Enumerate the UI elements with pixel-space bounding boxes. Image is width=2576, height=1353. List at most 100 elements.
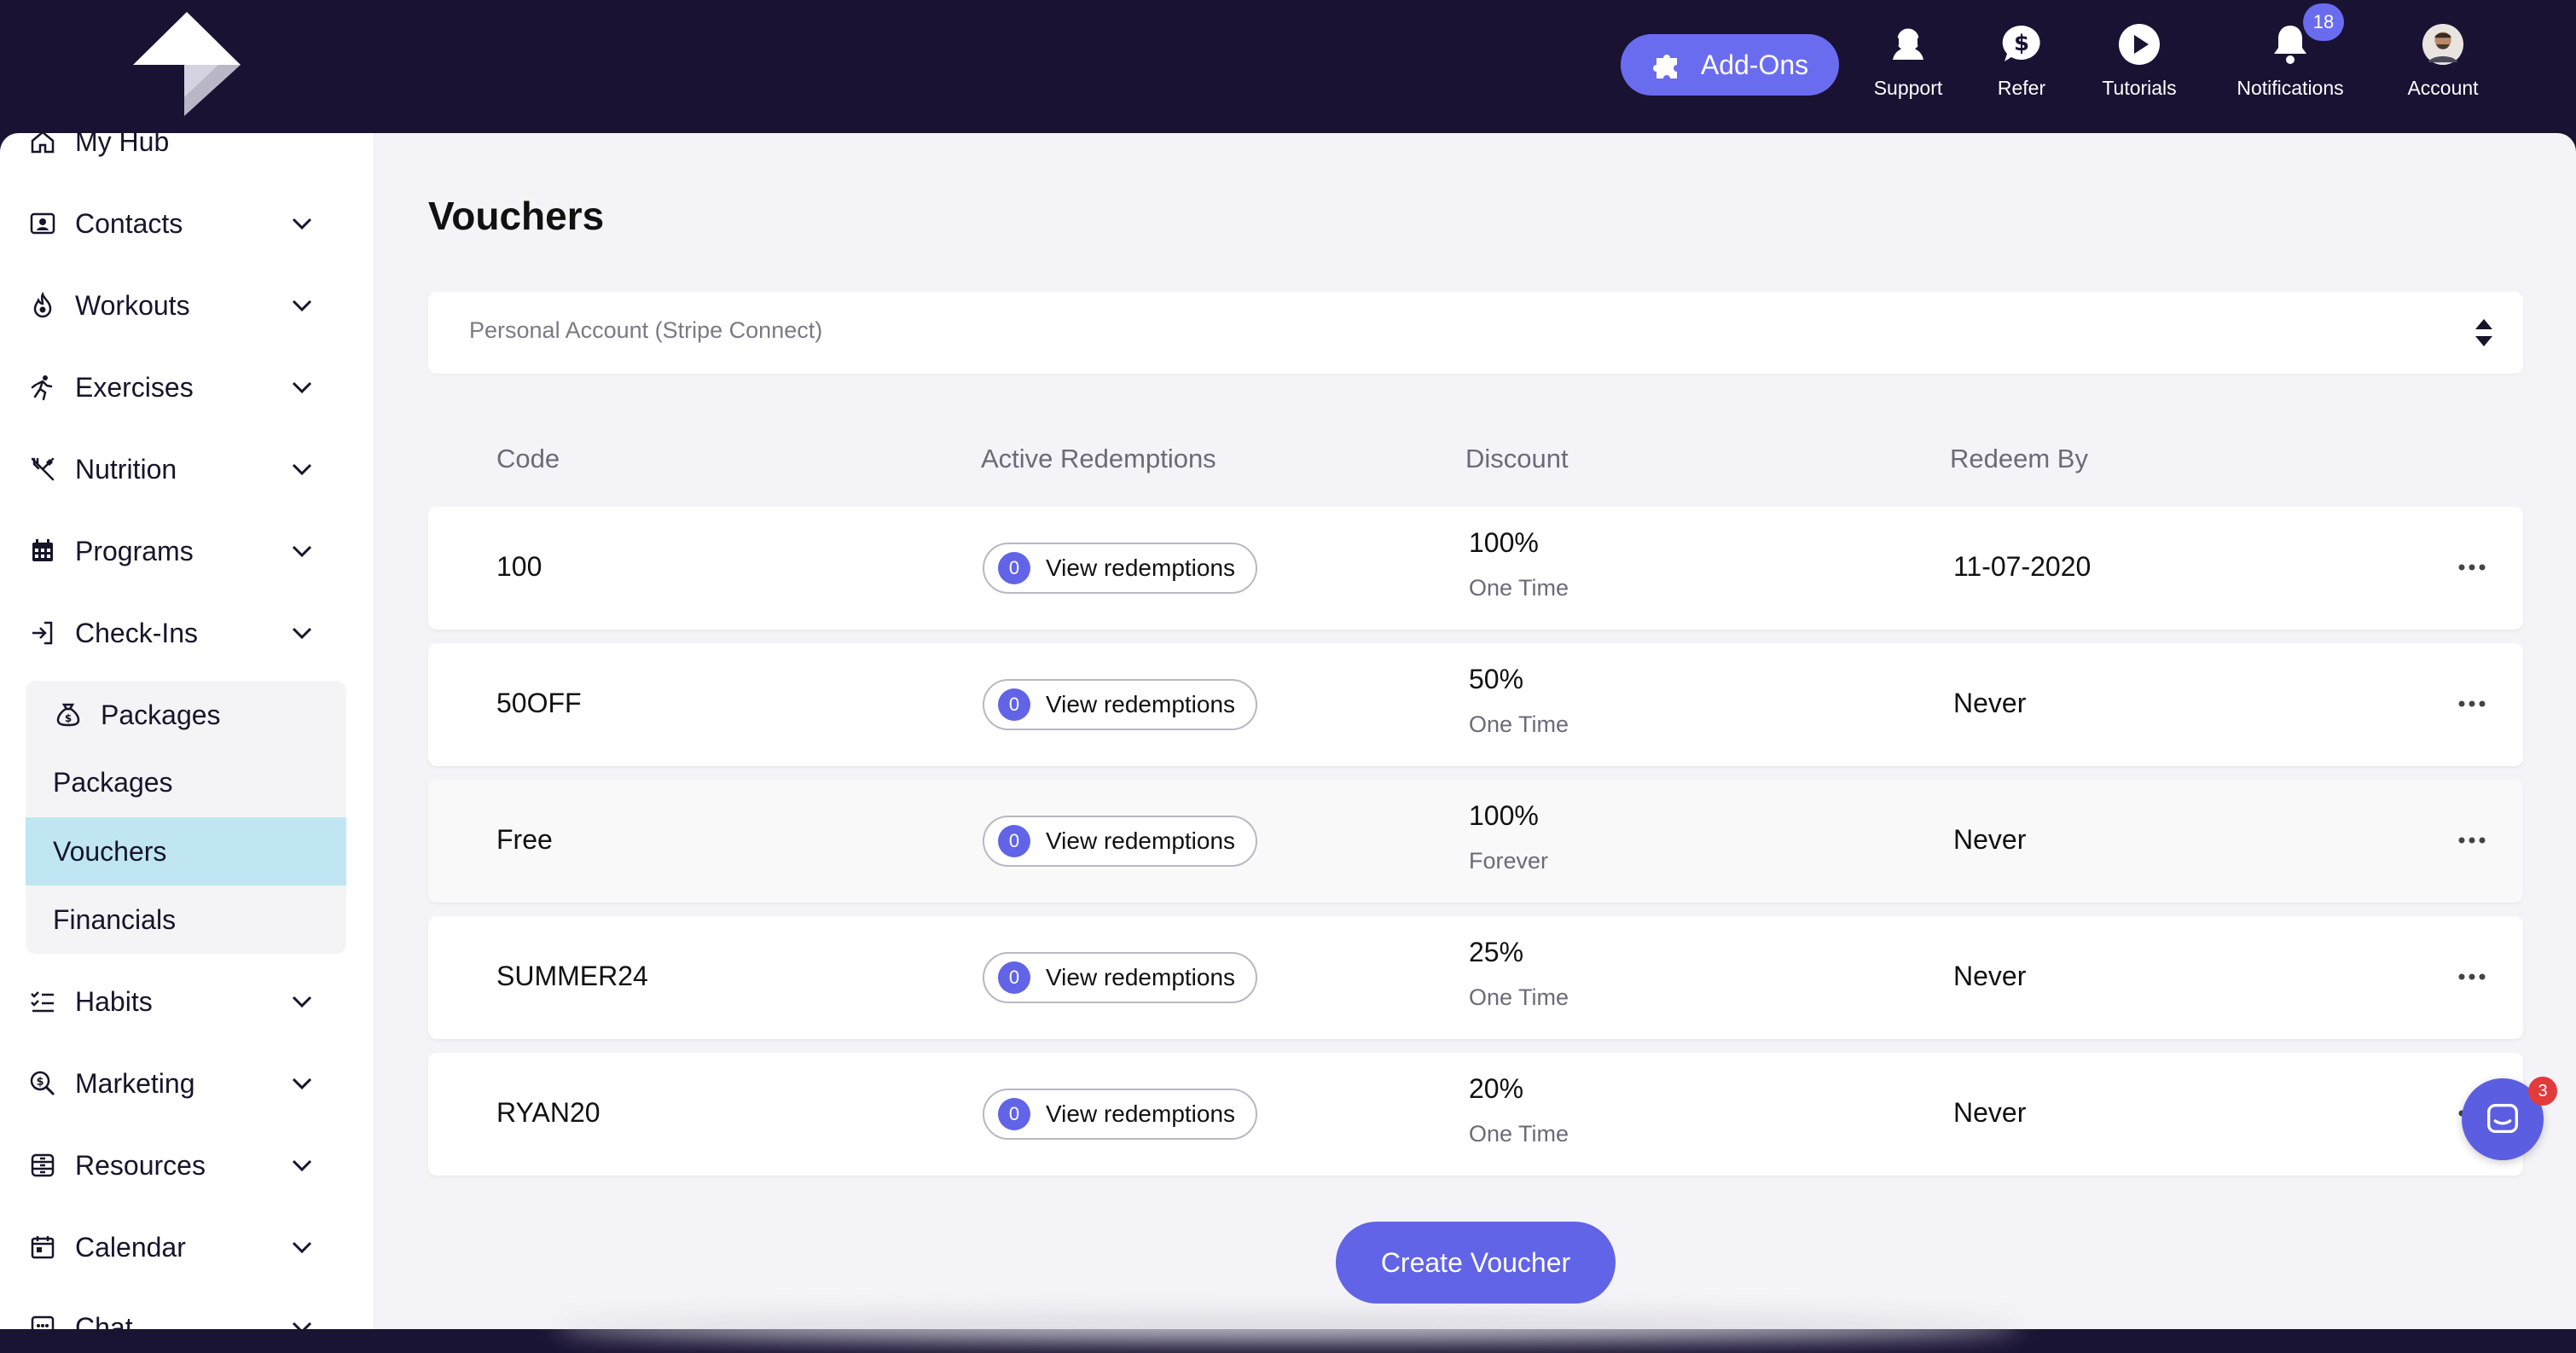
sidebar-sub-financials[interactable]: Financials — [26, 886, 346, 954]
support-label: Support — [1873, 77, 1943, 99]
table-row[interactable]: RYAN20 0 View redemptions 20% One Time N… — [428, 1053, 2523, 1176]
view-redemptions-label: View redemptions — [1046, 964, 1236, 990]
sidebar-item-programs[interactable]: Programs — [26, 526, 316, 577]
column-header-active-redemptions[interactable]: Active Redemptions — [981, 444, 1216, 474]
notifications-label: Notifications — [2237, 77, 2344, 99]
sidebar-item-label: Nutrition — [75, 453, 177, 485]
sidebar-item-label: Exercises — [75, 371, 194, 403]
redeem-by-date: Never — [1953, 961, 2027, 991]
redemption-count-badge: 0 — [998, 961, 1030, 994]
column-header-code[interactable]: Code — [496, 444, 560, 474]
account-button[interactable]: Account — [2399, 22, 2487, 111]
redemption-count-badge: 0 — [998, 1098, 1030, 1130]
redeem-by-date: 11-07-2020 — [1953, 551, 2092, 582]
more-options-icon[interactable] — [2455, 827, 2489, 853]
chevron-down-icon — [292, 627, 312, 640]
avatar — [2422, 23, 2464, 66]
account-label: Account — [2407, 77, 2479, 99]
sidebar-sub-label: Vouchers — [53, 835, 167, 867]
sidebar-item-check-ins[interactable]: Check-Ins — [26, 607, 316, 659]
view-redemptions-button[interactable]: 0 View redemptions — [983, 816, 1257, 867]
sidebar-item-label: Chat — [75, 1311, 133, 1343]
sidebar-sub-label: Packages — [53, 766, 173, 798]
svg-text:$: $ — [65, 712, 72, 724]
sidebar-sub-packages[interactable]: Packages — [26, 748, 346, 816]
sidebar-sub-label: Financials — [53, 903, 177, 935]
app-logo[interactable] — [133, 12, 241, 116]
more-options-icon[interactable] — [2455, 964, 2489, 990]
view-redemptions-label: View redemptions — [1046, 827, 1236, 854]
discount-duration: One Time — [1469, 575, 1569, 601]
sidebar-item-contacts[interactable]: Contacts — [26, 198, 316, 249]
chevron-down-icon — [292, 299, 312, 312]
add-ons-button[interactable]: Add-Ons — [1621, 34, 1839, 96]
column-header-discount[interactable]: Discount — [1465, 444, 1569, 474]
money-bag-icon: $ — [56, 703, 80, 727]
view-redemptions-button[interactable]: 0 View redemptions — [983, 1089, 1257, 1140]
sign-in-icon — [32, 621, 53, 645]
sidebar-item-nutrition[interactable]: Nutrition — [26, 444, 316, 495]
calendar-grid-icon — [32, 539, 53, 561]
chevron-down-icon — [292, 1159, 312, 1172]
table-row[interactable]: SUMMER24 0 View redemptions 25% One Time… — [428, 916, 2523, 1039]
contact-card-icon — [30, 212, 55, 235]
sidebar-item-calendar[interactable]: Calendar — [26, 1222, 316, 1273]
chat-bubble-icon — [2487, 1104, 2518, 1134]
redeem-by-date: Never — [1953, 1097, 2027, 1128]
account-select-value: Personal Account (Stripe Connect) — [469, 317, 823, 343]
chevron-down-icon — [292, 381, 312, 394]
redeem-by-date: Never — [1953, 688, 2027, 718]
puzzle-icon — [1652, 55, 1677, 78]
chevron-down-icon — [292, 463, 312, 476]
sidebar-item-marketing[interactable]: $ Marketing — [26, 1058, 316, 1109]
sidebar-sub-vouchers[interactable]: Vouchers — [26, 817, 346, 886]
table-row[interactable]: 100 0 View redemptions 100% One Time 11-… — [428, 507, 2523, 630]
support-button[interactable]: Support — [1865, 22, 1952, 111]
table-row[interactable]: Free 0 View redemptions 100% Forever Nev… — [428, 780, 2523, 903]
view-redemptions-button[interactable]: 0 View redemptions — [983, 952, 1257, 1003]
view-redemptions-label: View redemptions — [1046, 555, 1236, 581]
more-options-icon[interactable] — [2455, 555, 2489, 580]
sidebar-item-label: Workouts — [75, 289, 190, 321]
create-voucher-button[interactable]: Create Voucher — [1336, 1222, 1616, 1304]
svg-text:$: $ — [36, 1076, 44, 1089]
chevron-down-icon — [292, 996, 312, 1008]
view-redemptions-label: View redemptions — [1046, 1100, 1236, 1127]
chevron-down-icon — [292, 545, 312, 558]
sidebar-item-label: Contacts — [75, 207, 183, 239]
sidebar-item-workouts[interactable]: Workouts — [26, 280, 316, 331]
sidebar-item-label: My Hub — [75, 125, 170, 157]
checklist-icon — [31, 991, 54, 1013]
more-options-icon[interactable] — [2455, 691, 2489, 717]
sidebar-item-packages[interactable]: $ Packages — [51, 689, 341, 740]
discount-duration: Forever — [1469, 848, 1549, 874]
top-bar: Add-Ons Support $ Refer Tutorials Notifi — [0, 0, 2576, 133]
refer-button[interactable]: $ Refer — [1979, 22, 2064, 111]
account-select[interactable]: Personal Account (Stripe Connect) — [428, 292, 2523, 374]
sidebar-item-habits[interactable]: Habits — [26, 976, 316, 1027]
redemption-count-badge: 0 — [998, 825, 1030, 857]
view-redemptions-button[interactable]: 0 View redemptions — [983, 543, 1257, 594]
sidebar-item-label: Marketing — [75, 1067, 195, 1099]
chevron-down-icon — [292, 1241, 312, 1254]
add-ons-label: Add-Ons — [1700, 49, 1809, 80]
discount-duration: One Time — [1469, 984, 1569, 1010]
sidebar-item-chat[interactable]: Chat — [26, 1302, 316, 1353]
sidebar-item-resources[interactable]: Resources — [26, 1140, 316, 1191]
chat-icon — [31, 1315, 55, 1336]
tutorials-button[interactable]: Tutorials — [2093, 22, 2185, 111]
sort-arrows-icon — [2475, 319, 2492, 346]
sidebar-item-my-hub[interactable]: My Hub — [26, 116, 316, 167]
table-row[interactable]: 50OFF 0 View redemptions 50% One Time Ne… — [428, 643, 2523, 766]
voucher-code: 50OFF — [496, 688, 582, 718]
play-icon — [2119, 24, 2160, 65]
redemption-count-badge: 0 — [998, 552, 1030, 584]
discount-value: 20% — [1469, 1073, 1524, 1104]
column-header-redeem-by[interactable]: Redeem By — [1950, 444, 2088, 474]
discount-value: 50% — [1469, 664, 1524, 694]
sidebar-item-label: Habits — [75, 985, 153, 1017]
voucher-code: 100 — [496, 551, 542, 582]
svg-text:$: $ — [2014, 31, 2029, 56]
sidebar-item-exercises[interactable]: Exercises — [26, 362, 316, 413]
view-redemptions-button[interactable]: 0 View redemptions — [983, 679, 1257, 730]
